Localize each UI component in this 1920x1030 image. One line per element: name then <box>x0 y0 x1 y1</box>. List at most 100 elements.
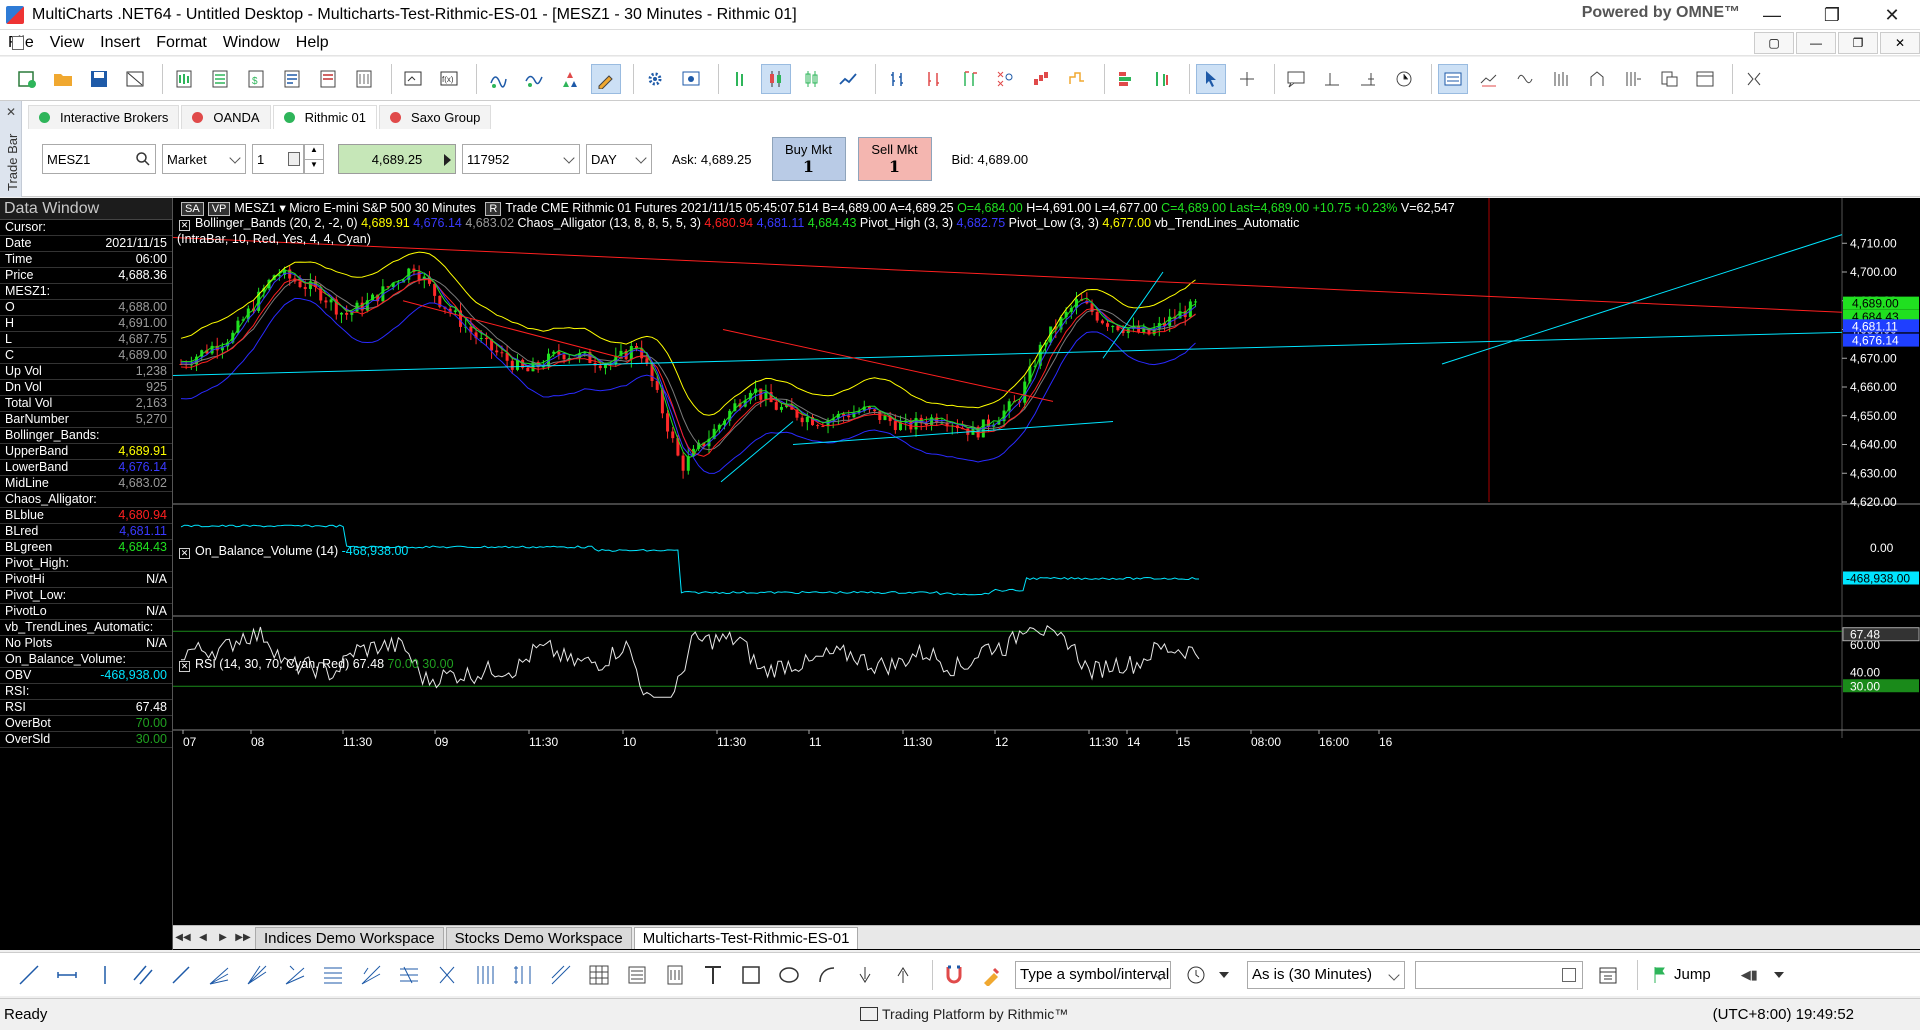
restore-icon[interactable]: ❐ <box>1804 0 1860 30</box>
tif-select[interactable]: DAY <box>586 144 652 174</box>
symbol-list-icon[interactable] <box>1618 64 1648 94</box>
chart-settings-icon[interactable] <box>676 64 706 94</box>
clock-dropdown-icon[interactable] <box>1219 971 1229 978</box>
hollow-candle-icon[interactable] <box>797 64 827 94</box>
calendar-icon[interactable] <box>1562 967 1576 982</box>
minimize-icon[interactable]: — <box>1744 0 1800 30</box>
gann-fan-icon[interactable] <box>242 960 272 990</box>
rectangle-tool-icon[interactable] <box>736 960 766 990</box>
new-report-icon[interactable] <box>349 64 379 94</box>
broker-tab-rithmic[interactable]: Rithmic 01 <box>272 105 378 129</box>
renko-icon[interactable] <box>1026 64 1056 94</box>
stepper-down-icon[interactable]: ▼ <box>305 160 323 174</box>
point-figure-icon[interactable] <box>990 64 1020 94</box>
chart-trading-icon[interactable] <box>1474 64 1504 94</box>
close-icon[interactable]: ✕ <box>1864 0 1920 30</box>
trendline-tool-icon[interactable] <box>14 960 44 990</box>
broker-tab-saxo[interactable]: Saxo Group <box>379 105 492 129</box>
prev-tab-icon[interactable]: ◀ <box>193 932 213 943</box>
dot-on-close-icon[interactable] <box>954 64 984 94</box>
insert-indicator-icon[interactable] <box>519 64 549 94</box>
menu-window[interactable]: Window <box>215 34 288 52</box>
menu-format[interactable]: Format <box>148 34 215 52</box>
stepper-up-icon[interactable]: ▲ <box>305 145 323 160</box>
ellipse-tool-icon[interactable] <box>774 960 804 990</box>
tab-rithmic-test[interactable]: Multicharts-Test-Rithmic-ES-01 <box>633 926 859 949</box>
broker-tab-oanda[interactable]: OANDA <box>181 105 271 129</box>
mdi-restore-icon[interactable]: ❐ <box>1838 32 1878 54</box>
drawing-tools-icon[interactable] <box>591 63 621 94</box>
sa-tag[interactable]: SA <box>181 202 204 216</box>
kagi-icon[interactable] <box>1062 64 1092 94</box>
symbol-interval-input[interactable]: Type a symbol/interval <box>1015 960 1171 989</box>
tab-indices-demo[interactable]: Indices Demo Workspace <box>255 926 444 949</box>
ohlc-bar-icon[interactable] <box>882 64 912 94</box>
buy-market-button[interactable]: Buy Mkt 1 <box>771 137 846 181</box>
checkbox-icon[interactable]: ✕ <box>179 661 190 672</box>
new-workspace-icon[interactable] <box>12 64 42 94</box>
sell-market-button[interactable]: Sell Mkt 1 <box>857 137 932 181</box>
channel-tool-icon[interactable] <box>128 960 158 990</box>
new-chart-icon[interactable] <box>169 64 199 94</box>
power-language-icon[interactable]: f(x) <box>434 64 464 94</box>
time-zones-icon[interactable] <box>470 960 500 990</box>
arrow-down-tool-icon[interactable] <box>850 960 880 990</box>
market-profile-icon[interactable] <box>1147 64 1177 94</box>
vp-tag[interactable]: VP <box>207 202 231 216</box>
new-dom-icon[interactable]: $ <box>241 64 271 94</box>
time-cycles-icon[interactable] <box>508 960 538 990</box>
new-optimizer-icon[interactable] <box>313 64 343 94</box>
mdi-detach-icon[interactable]: ▢ <box>1754 32 1794 54</box>
fib-grid-icon[interactable] <box>622 960 652 990</box>
horizontal-line-tool-icon[interactable] <box>52 960 82 990</box>
mdi-close-icon[interactable]: ✕ <box>1880 32 1920 54</box>
bars-icon[interactable] <box>1546 64 1576 94</box>
jump-button[interactable]: Jump <box>1652 965 1711 985</box>
save-icon[interactable] <box>84 64 114 94</box>
quantity-stepper[interactable]: ▲ ▼ <box>304 144 324 174</box>
crosshair-icon[interactable] <box>1232 64 1262 94</box>
speed-lines-icon[interactable] <box>280 960 310 990</box>
fan-tool-icon[interactable] <box>204 960 234 990</box>
arc-tool-icon[interactable] <box>812 960 842 990</box>
menu-help[interactable]: Help <box>288 34 337 52</box>
strategy-performance-icon[interactable] <box>1510 64 1540 94</box>
r-tag[interactable]: R <box>485 202 502 216</box>
scroll-options-icon[interactable] <box>1773 971 1784 978</box>
price-chart[interactable]: 4,710.004,700.004,690.004,680.004,670.00… <box>173 198 1920 950</box>
chart-window[interactable]: 4,710.004,700.004,690.004,680.004,670.00… <box>173 198 1920 950</box>
checkbox-icon[interactable]: ✕ <box>179 548 190 559</box>
order-window-icon[interactable] <box>1690 64 1720 94</box>
settings-gear-icon[interactable] <box>640 64 670 94</box>
selection-cursor-icon[interactable] <box>1196 63 1226 94</box>
andrews-pitchfork-icon[interactable] <box>546 960 576 990</box>
date-range-icon[interactable] <box>1593 960 1623 990</box>
clock-icon[interactable] <box>1181 960 1211 990</box>
calendar-tool-icon[interactable] <box>660 960 690 990</box>
price-field[interactable]: 4,689.25 <box>338 144 456 174</box>
text-tool-icon[interactable] <box>698 960 728 990</box>
arrow-up-tool-icon[interactable] <box>888 960 918 990</box>
quantity-input[interactable]: 1 <box>252 144 304 174</box>
first-tab-icon[interactable]: ◀◀ <box>173 932 193 943</box>
comment-icon[interactable] <box>1281 64 1311 94</box>
format-window-icon[interactable] <box>398 64 428 94</box>
menu-view[interactable]: View <box>42 34 92 52</box>
symbol-input[interactable]: MESZ1 <box>42 144 156 174</box>
collapse-toolbar-icon[interactable] <box>1739 64 1769 94</box>
resolution-select[interactable]: As is (30 Minutes) <box>1247 960 1405 989</box>
date-input[interactable] <box>1415 960 1583 989</box>
grid-tool-icon[interactable] <box>584 960 614 990</box>
fibonacci-arcs-icon[interactable] <box>432 960 462 990</box>
search-icon[interactable] <box>135 151 151 167</box>
line-chart-icon[interactable] <box>833 64 863 94</box>
menu-insert[interactable]: Insert <box>92 34 148 52</box>
open-workspace-icon[interactable] <box>48 64 78 94</box>
data-feed-icon[interactable] <box>1582 64 1612 94</box>
fibonacci-extension-icon[interactable] <box>394 960 424 990</box>
fibonacci-fan-icon[interactable] <box>356 960 386 990</box>
volume-profile-icon[interactable] <box>1111 64 1141 94</box>
time-zoom-icon[interactable] <box>1389 64 1419 94</box>
mdi-minimize-icon[interactable]: — <box>1796 32 1836 54</box>
order-ticket-icon[interactable] <box>1654 64 1684 94</box>
